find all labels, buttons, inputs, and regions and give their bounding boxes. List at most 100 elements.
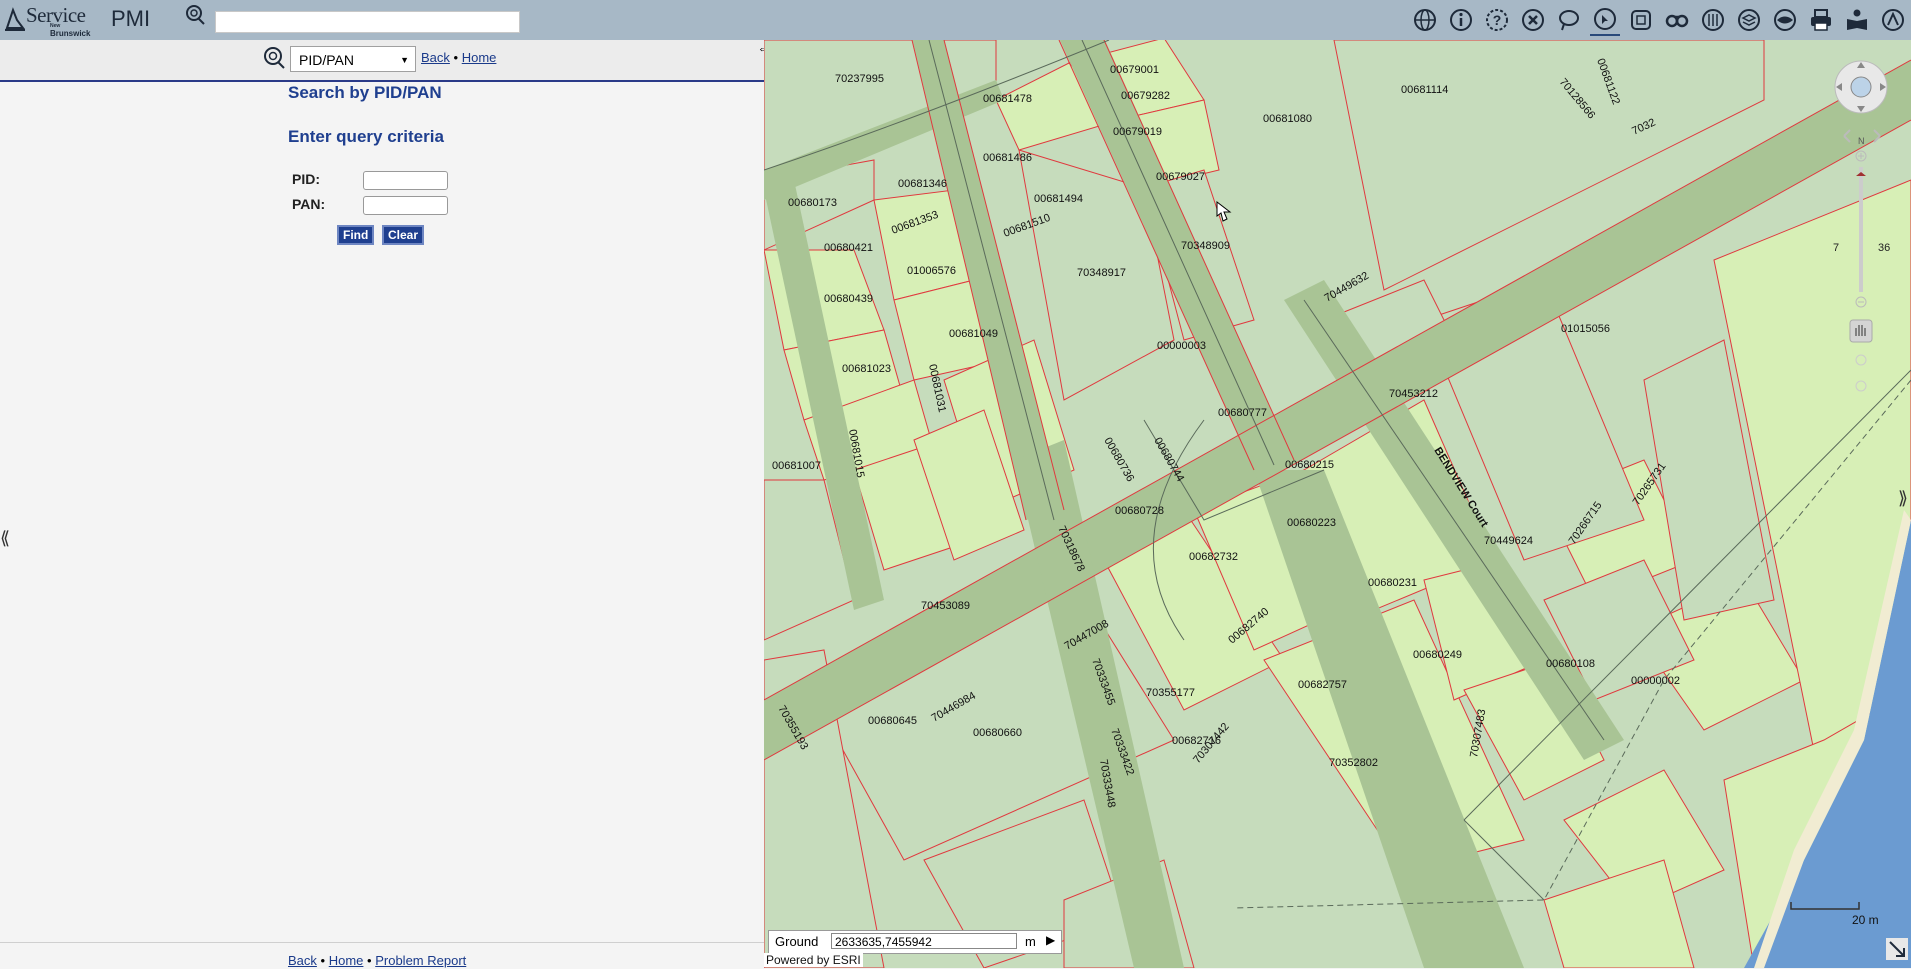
parcel-label[interactable]: 00682757 xyxy=(1298,679,1347,691)
parcel-label[interactable]: 00680223 xyxy=(1287,517,1336,529)
parcel-label[interactable]: 00681486 xyxy=(983,152,1032,164)
coordinate-system-label: Ground xyxy=(775,934,819,949)
parcel-label[interactable]: 00680439 xyxy=(824,293,873,305)
parcel-label[interactable]: 00680173 xyxy=(788,197,837,209)
resize-corner-icon[interactable] xyxy=(1886,938,1908,960)
parcel-label[interactable]: 00680215 xyxy=(1285,459,1334,471)
coordinate-input[interactable]: 2633635,7455942 xyxy=(831,933,1017,949)
globe-icon[interactable] xyxy=(1410,5,1440,35)
parcel-label[interactable]: 70449624 xyxy=(1484,535,1533,547)
parcel-label[interactable]: 00679282 xyxy=(1121,90,1170,102)
info-icon[interactable] xyxy=(1446,5,1476,35)
search-panel: PID/PAN ▼ Back • Home Search by PID/PAN … xyxy=(0,40,764,968)
search-icon[interactable] xyxy=(184,4,206,26)
collapse-left-icon[interactable]: ⟪ xyxy=(0,528,10,549)
zoom-slider-handle[interactable] xyxy=(1856,172,1866,176)
separator: • xyxy=(320,953,326,968)
parcel-label[interactable]: 70453089 xyxy=(921,600,970,612)
parcel-label[interactable]: 00680645 xyxy=(868,715,917,727)
parcel-label[interactable]: 00681114 xyxy=(1401,84,1448,96)
parcel-label[interactable]: 00680777 xyxy=(1218,407,1267,419)
clear-button[interactable]: Clear xyxy=(382,225,425,245)
pan-input[interactable] xyxy=(363,196,448,215)
collapse-right-icon[interactable]: ⟫ xyxy=(1898,488,1908,509)
parcel-label[interactable]: 00679027 xyxy=(1156,171,1205,183)
parcel-label[interactable]: 00681007 xyxy=(772,460,821,472)
parcel-label[interactable]: 00682732 xyxy=(1189,551,1238,563)
parcel-label[interactable]: 00681494 xyxy=(1034,193,1083,205)
go-arrow-icon[interactable]: ▶ xyxy=(1046,933,1055,947)
zoom-level-left: 7 xyxy=(1833,242,1839,254)
print-icon[interactable] xyxy=(1806,5,1836,35)
parcel-label[interactable]: 00681478 xyxy=(983,93,1032,105)
identify-icon[interactable] xyxy=(1590,4,1620,36)
query-criteria-heading: Enter query criteria xyxy=(288,127,444,146)
measure-icon[interactable] xyxy=(1698,5,1728,35)
footer-back-link[interactable]: Back xyxy=(288,953,317,968)
select-box-icon[interactable] xyxy=(1626,5,1656,35)
parcel-label[interactable]: 00000003 xyxy=(1157,340,1206,352)
problem-report-link[interactable]: Problem Report xyxy=(375,953,466,968)
pid-input[interactable] xyxy=(363,171,448,190)
parcel-label[interactable]: 00681346 xyxy=(898,178,947,190)
top-bar: Service New Brunswick PMI ? xyxy=(0,0,1911,40)
parcel-label[interactable]: 70453212 xyxy=(1389,388,1438,400)
coordinate-unit: m xyxy=(1025,934,1036,949)
footer-home-link[interactable]: Home xyxy=(329,953,364,968)
parcel-label[interactable]: 00680728 xyxy=(1115,505,1164,517)
parcel-label[interactable]: 00680108 xyxy=(1546,658,1595,670)
search-icon[interactable] xyxy=(262,46,286,70)
binoculars-icon[interactable] xyxy=(1662,5,1692,35)
pid-label: PID: xyxy=(292,171,320,187)
toolbar: ? xyxy=(1407,4,1911,36)
zoom-box-in-icon[interactable] xyxy=(1855,354,1867,366)
back-link[interactable]: Back xyxy=(421,50,450,65)
rotate-left-icon[interactable] xyxy=(1843,129,1851,143)
parcel-label[interactable]: 00681049 xyxy=(949,328,998,340)
parcel-label[interactable]: 00680231 xyxy=(1368,577,1417,589)
find-button[interactable]: Find xyxy=(337,225,375,245)
map-view[interactable]: 70237995 00681478 00679001 00679282 00681080… xyxy=(764,40,1911,968)
parcel-map[interactable]: 70237995 00681478 00679001 00679282 00681080… xyxy=(764,40,1911,968)
panel-footer: Back • Home • Problem Report xyxy=(0,942,764,969)
parcel-label[interactable]: 00680249 xyxy=(1413,649,1462,661)
scale-label: 20 m xyxy=(1852,913,1879,927)
parcel-label[interactable]: 00680421 xyxy=(824,242,873,254)
parcel-label[interactable]: 70348909 xyxy=(1181,240,1230,252)
parcel-label[interactable]: 00680660 xyxy=(973,727,1022,739)
pan-hand-icon[interactable] xyxy=(1849,319,1873,343)
separator: • xyxy=(453,50,459,65)
parcel-label[interactable]: 00679019 xyxy=(1113,126,1162,138)
layers-icon[interactable] xyxy=(1734,5,1764,35)
scale-bar xyxy=(1790,902,1860,910)
home-link[interactable]: Home xyxy=(462,50,497,65)
parcel-label[interactable]: 70355177 xyxy=(1146,687,1195,699)
search-type-select[interactable]: PID/PAN ▼ xyxy=(290,46,416,72)
rotate-right-icon[interactable] xyxy=(1873,129,1881,143)
parcel-label[interactable]: 01006576 xyxy=(907,265,956,277)
lasso-select-icon[interactable] xyxy=(1554,5,1584,35)
top-search-input[interactable] xyxy=(215,11,520,33)
service-nb-logo[interactable]: Service New Brunswick xyxy=(4,3,90,38)
user-manual-icon[interactable] xyxy=(1842,5,1872,35)
parcel-label[interactable]: 70237995 xyxy=(835,73,884,85)
north-label: N xyxy=(1858,136,1865,146)
parcel-label[interactable]: 00681080 xyxy=(1263,113,1312,125)
zoom-box-out-icon[interactable] xyxy=(1855,380,1867,392)
help-query-icon[interactable]: ? xyxy=(1482,5,1512,35)
close-circle-icon[interactable] xyxy=(1518,5,1548,35)
parcel-label[interactable]: 00679001 xyxy=(1110,64,1159,76)
about-icon[interactable] xyxy=(1878,5,1908,35)
separator: • xyxy=(367,953,372,968)
parcel-label[interactable]: 00000002 xyxy=(1631,675,1680,687)
page-title: Search by PID/PAN xyxy=(288,83,442,102)
basemap-icon[interactable] xyxy=(1770,5,1800,35)
logo-icon xyxy=(5,7,25,31)
coordinate-box: Ground 2633635,7455942 m ▶ xyxy=(768,930,1062,954)
parcel-label[interactable]: 01015056 xyxy=(1561,323,1610,335)
parcel-label[interactable]: 70352802 xyxy=(1329,757,1378,769)
chevron-down-icon: ▼ xyxy=(400,55,409,65)
parcel-label[interactable]: 00681023 xyxy=(842,363,891,375)
parcel-label[interactable]: 70348917 xyxy=(1077,267,1126,279)
map-navigation-control[interactable]: N 7 36 xyxy=(1830,52,1900,412)
